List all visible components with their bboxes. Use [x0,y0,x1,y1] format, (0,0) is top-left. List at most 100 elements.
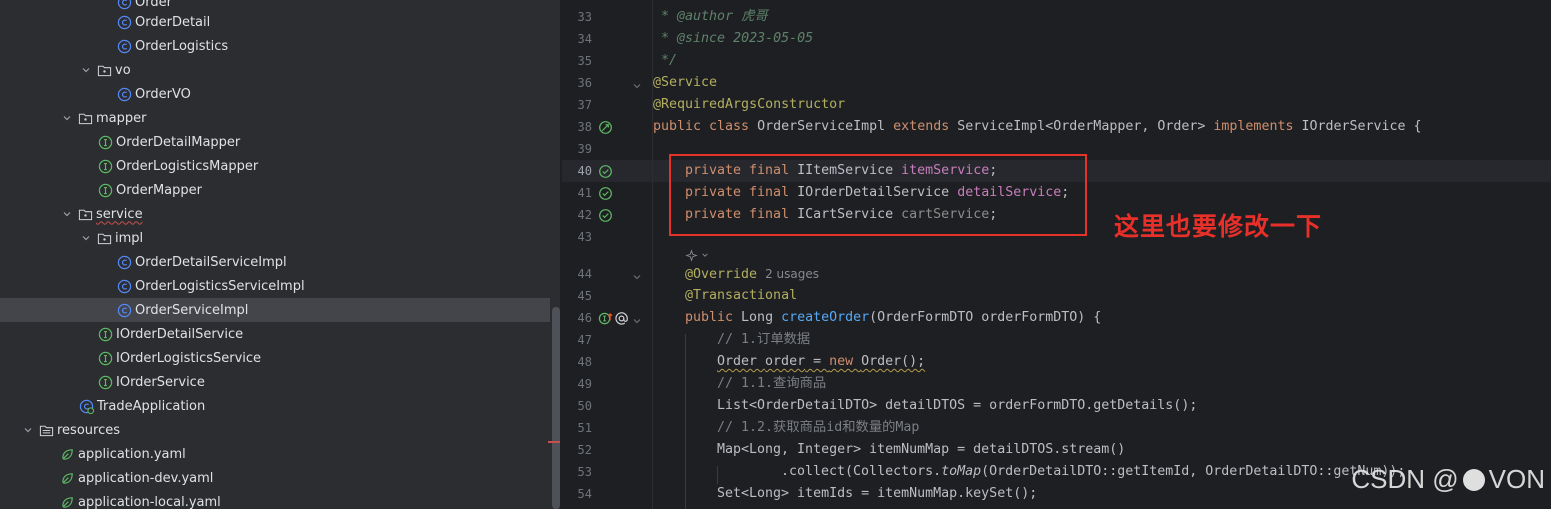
tree-item-resources[interactable]: resources [0,418,550,442]
project-tree-panel: Order OrderDetail OrderLogistics vo Orde… [0,0,562,509]
tree-item-label: Order [135,0,172,10]
code-line-36: @Service [653,72,717,94]
line-number: 34 [577,32,592,46]
fold-chevron-icon[interactable] [632,313,644,325]
line-number: 35 [577,54,592,68]
tree-item-application-dev-yaml[interactable]: application-dev.yaml [0,466,550,490]
line-number: 38 [577,120,592,134]
chevron-down-icon[interactable] [20,422,36,438]
tree-item-label: resources [57,422,121,438]
code-line-51: // 1.2.获取商品id和数量的Map [717,417,919,439]
annotation-token: @Transactional [685,288,798,303]
fold-chevron-icon[interactable] [632,78,644,90]
spring-yaml-icon [59,446,75,462]
code-token: Order order = new Order(); [717,354,925,369]
keyword-token: public [685,310,742,325]
tree-item-label: OrderDetailMapper [116,134,241,150]
tree-item-orderdetail[interactable]: OrderDetail [0,10,550,34]
ai-assist-inlay[interactable] [685,246,709,264]
tree-item-label: vo [115,62,131,78]
chevron-down-icon[interactable] [701,251,709,259]
code-line-46: public Long createOrder(OrderFormDTO ord… [685,307,1101,329]
package-icon [96,230,112,246]
tree-item-iorderlogisticsservice[interactable]: IOrderLogisticsService [0,346,550,370]
comment-token: // 1.1.查询商品 [717,376,827,391]
tree-item-service[interactable]: service [0,202,550,226]
code-line-50: List<OrderDetailDTO> detailDTOS = orderF… [717,395,1197,417]
indent-guide [685,334,686,509]
tree-item-ordermapper[interactable]: OrderMapper [0,178,550,202]
annotation-note: 这里也要修改一下 [1114,212,1323,241]
spring-bean-gutter-icon[interactable] [597,185,613,201]
line-number: 54 [577,487,592,501]
at-sign-gutter-icon[interactable] [613,310,629,326]
interface-icon [97,182,113,198]
tree-item-orderlogisticsmapper[interactable]: OrderLogisticsMapper [0,154,550,178]
comment-token: // 1.订单数据 [717,332,811,347]
tree-item-application-local-yaml[interactable]: application-local.yaml [0,490,550,509]
line-number: 53 [577,465,592,479]
call-token: Order(); [861,354,926,369]
tree-item-iorderservice[interactable]: IOrderService [0,370,550,394]
tree-item-orderdetailmapper[interactable]: OrderDetailMapper [0,130,550,154]
tree-item-label: application-dev.yaml [78,470,214,486]
tree-item-iorderdetailservice[interactable]: IOrderDetailService [0,322,550,346]
interface-icon [97,326,113,342]
annotation-token: @RequiredArgsConstructor [653,97,846,112]
code-line-52: Map<Long, Integer> itemNumMap = detailDT… [717,439,1125,461]
interface-icon [97,374,113,390]
line-number: 49 [577,377,592,391]
line-number: 36 [577,76,592,90]
tree-item-label: IOrderService [116,374,205,390]
tree-item-impl[interactable]: impl [0,226,550,250]
tree-item-label: OrderMapper [116,182,202,198]
code-line-37: @RequiredArgsConstructor [653,94,845,116]
tree-item-orderlogisticsserviceimpl[interactable]: OrderLogisticsServiceImpl [0,274,550,298]
code-line-33: * @author 虎哥 [653,6,768,28]
line-number: 46 [577,311,592,325]
keyword-token: new [829,354,862,369]
line-number: 37 [577,98,592,112]
spring-class-icon [78,398,94,414]
type-token: ServiceImpl<OrderMapper, Order> [957,119,1214,134]
implements-method-gutter-icon[interactable] [597,310,613,326]
code-token: List<OrderDetailDTO> detailDTOS = orderF… [717,398,1198,413]
tree-item-tradeapplication[interactable]: TradeApplication [0,394,550,418]
tree-item-ordervo[interactable]: OrderVO [0,82,550,106]
code-editor[interactable]: 33 34 35 36 37 38 39 40 41 42 43 44 45 4… [562,0,1551,509]
tree-item-label: OrderLogistics [135,38,229,54]
chevron-down-icon[interactable] [59,206,75,222]
resources-folder-icon [38,422,54,438]
tree-item-mapper[interactable]: mapper [0,106,550,130]
chevron-down-icon[interactable] [59,110,75,126]
chevron-down-icon[interactable] [78,230,94,246]
chevron-down-icon[interactable] [78,62,94,78]
doc-text: */ [653,53,678,68]
tree-item-orderdetailserviceimpl[interactable]: OrderDetailServiceImpl [0,250,550,274]
spring-bean-gutter-icon[interactable] [597,119,613,135]
spring-bean-gutter-icon[interactable] [597,207,613,223]
tree-item-label: TradeApplication [97,398,206,414]
line-number: 47 [577,333,592,347]
fold-chevron-icon[interactable] [632,269,644,281]
tree-item-label: application.yaml [78,446,186,462]
spring-bean-gutter-icon[interactable] [597,163,613,179]
annotation-token: @Service [653,75,718,90]
class-icon [116,254,132,270]
line-number: 51 [577,421,592,435]
tree-scrollbar[interactable] [552,307,560,509]
tree-item-vo[interactable]: vo [0,58,550,82]
class-name-token: OrderServiceImpl [757,119,894,134]
tree-item-label: OrderLogisticsMapper [116,158,259,174]
usages-hint[interactable]: 2 usages [765,267,819,281]
variable-token: order [765,354,806,369]
watermark-suffix: VON [1488,464,1545,494]
tree-item-label: IOrderDetailService [116,326,244,342]
tree-item-orderserviceimpl[interactable]: OrderServiceImpl [0,298,550,322]
keyword-token: extends [893,119,958,134]
tree-item-application-yaml[interactable]: application.yaml [0,442,550,466]
tree-item-orderlogistics[interactable]: OrderLogistics [0,34,550,58]
line-number: 45 [577,289,592,303]
tree-item-label: IOrderLogisticsService [116,350,262,366]
ai-assistant-icon[interactable] [685,248,698,262]
